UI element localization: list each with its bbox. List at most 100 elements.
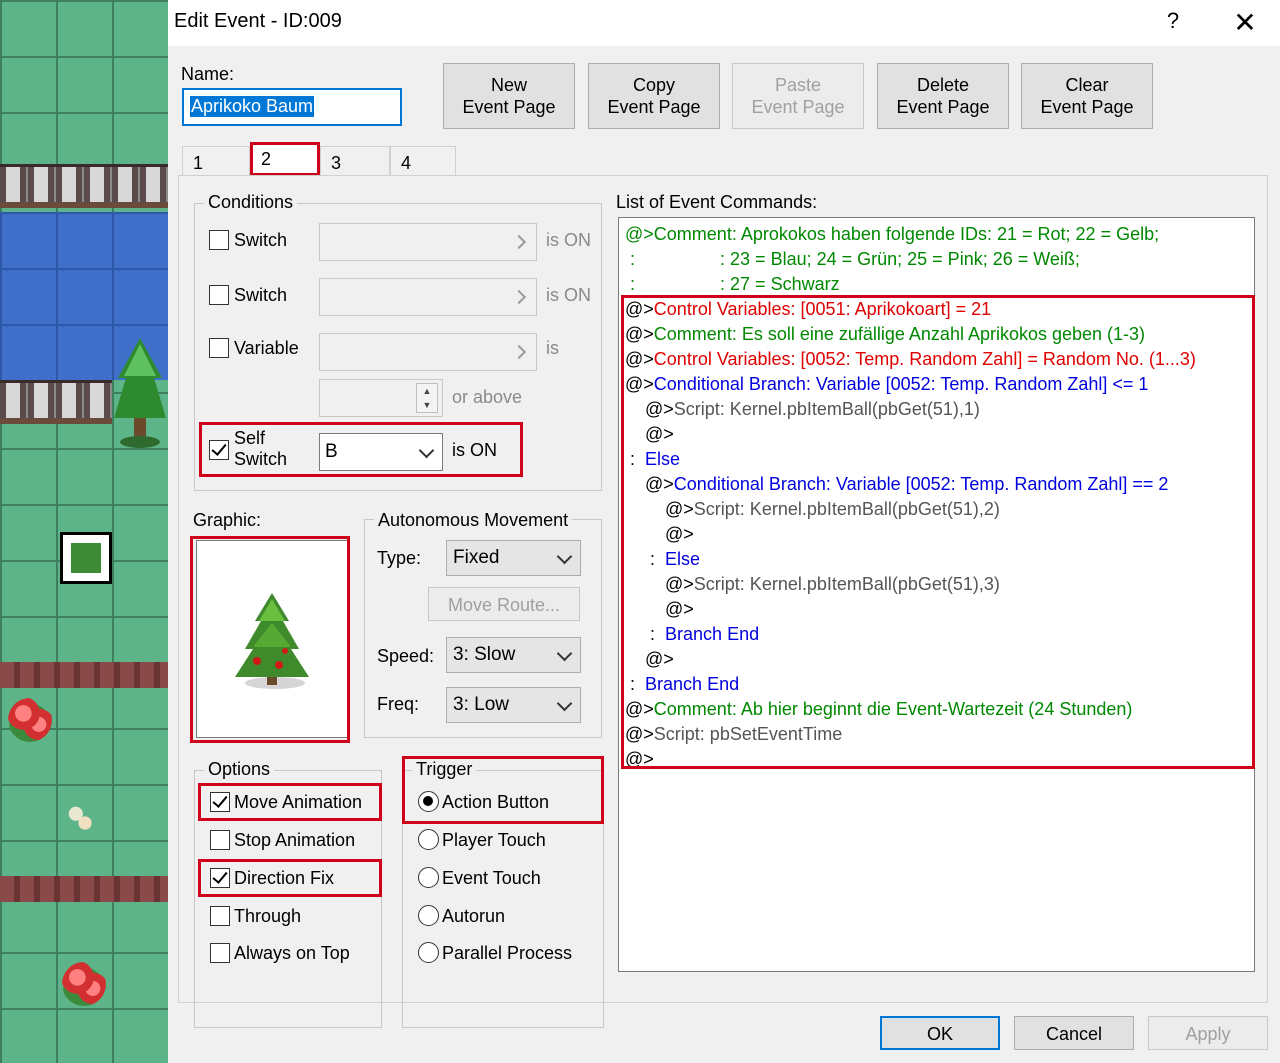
name-input-value: Aprikoko Baum (190, 96, 315, 117)
delete-event-page-button[interactable]: Delete Event Page (877, 63, 1009, 129)
spinner-arrows-icon[interactable]: ▲ ▼ (416, 383, 438, 413)
command-line[interactable]: @>Conditional Branch: Variable [0052: Te… (645, 474, 1168, 495)
command-prefix: @> (625, 299, 654, 319)
command-line[interactable]: @>Script: pbSetEventTime (625, 724, 842, 745)
window-title: Edit Event - ID:009 (174, 10, 342, 32)
map-selected-event[interactable] (60, 532, 112, 584)
self-switch-value: B (325, 441, 338, 462)
map-canvas[interactable] (0, 0, 168, 1063)
command-text: Script: Kernel.pbItemBall(pbGet(51),2) (693, 499, 1000, 519)
map-flower (62, 962, 106, 1006)
command-line[interactable]: : Else (645, 549, 700, 570)
map-event-tree-icon (69, 541, 103, 575)
command-line[interactable]: @>Conditional Branch: Variable [0052: Te… (625, 374, 1148, 395)
always-on-top-label: Always on Top (234, 943, 350, 963)
type-label: Type: (377, 548, 422, 568)
switch2-checkbox[interactable] (209, 285, 229, 305)
switch2-selector[interactable] (319, 278, 537, 316)
command-text: : 27 = Schwarz (635, 274, 840, 294)
player-touch-radio[interactable] (418, 829, 439, 850)
paste-event-page-button[interactable]: Paste Event Page (732, 63, 864, 129)
ok-button[interactable]: OK (880, 1016, 1000, 1050)
speed-value: 3: Slow (453, 644, 516, 665)
button-line: New (490, 75, 527, 95)
variable-selector[interactable] (319, 333, 537, 371)
cancel-button[interactable]: Cancel (1014, 1016, 1134, 1050)
command-line[interactable]: : : 27 = Schwarz (625, 274, 840, 295)
command-text: Branch End (645, 674, 740, 694)
command-line[interactable]: : Branch End (645, 624, 759, 645)
self-switch-select[interactable]: B (319, 433, 443, 471)
chevron-right-icon (511, 289, 527, 305)
self-switch-checkbox[interactable] (209, 440, 229, 460)
always-on-top-checkbox[interactable] (210, 943, 230, 963)
stop-animation-checkbox[interactable] (210, 830, 230, 850)
type-select[interactable]: Fixed (446, 540, 581, 576)
button-line: Event Page (1040, 97, 1134, 117)
switch2-suffix: is ON (546, 285, 591, 305)
command-line[interactable]: : Branch End (625, 674, 739, 695)
direction-fix-checkbox[interactable] (210, 868, 230, 888)
tab-page-3[interactable]: 3 (320, 146, 390, 176)
tree-graphic-icon (235, 593, 309, 689)
speed-select[interactable]: 3: Slow (446, 637, 581, 673)
parallel-process-radio[interactable] (418, 942, 439, 963)
action-button-label: Action Button (442, 792, 550, 812)
chevron-right-icon (511, 344, 527, 360)
variable-or-above: or above (452, 387, 523, 407)
command-text: Comment: Aprokokos haben folgende IDs: 2… (653, 224, 1160, 244)
graphic-preview[interactable] (196, 540, 348, 738)
new-event-page-button[interactable]: New Event Page (443, 63, 575, 129)
close-button[interactable]: ✕ (1228, 6, 1262, 40)
player-touch-label: Player Touch (442, 830, 546, 850)
command-line[interactable]: @>Comment: Ab hier beginnt die Event-War… (625, 699, 1132, 720)
command-line[interactable]: : Else (625, 449, 680, 470)
command-line[interactable]: @>Script: Kernel.pbItemBall(pbGet(51),1) (645, 399, 980, 420)
variable-checkbox[interactable] (209, 338, 229, 358)
command-line[interactable]: @>Script: Kernel.pbItemBall(pbGet(51),3) (665, 574, 1000, 595)
command-prefix: @> (665, 574, 694, 594)
tab-page-1[interactable]: 1 (182, 146, 250, 176)
command-line[interactable]: @> (665, 599, 694, 620)
tab-page-4[interactable]: 4 (390, 146, 456, 176)
apply-button[interactable]: Apply (1148, 1016, 1268, 1050)
action-button-radio[interactable] (418, 791, 439, 812)
name-input[interactable]: Aprikoko Baum (182, 88, 402, 126)
command-prefix: @> (625, 749, 654, 769)
map-dirt (0, 876, 168, 902)
command-line[interactable]: @> (665, 524, 694, 545)
variable-value-spinner[interactable]: ▲ ▼ (319, 379, 443, 417)
command-line[interactable]: @>Comment: Es soll eine zufällige Anzahl… (625, 324, 1145, 345)
command-line[interactable]: @>Control Variables: [0051: Aprikokoart]… (625, 299, 991, 320)
tab-page-2[interactable]: 2 (250, 142, 320, 176)
command-line[interactable]: @> (645, 649, 674, 670)
copy-event-page-button[interactable]: Copy Event Page (588, 63, 720, 129)
autorun-radio[interactable] (418, 905, 439, 926)
name-label: Name: (181, 64, 235, 84)
help-button[interactable]: ? (1158, 8, 1188, 38)
command-prefix: @> (645, 474, 674, 494)
switch1-checkbox[interactable] (209, 230, 229, 250)
command-prefix: @> (645, 649, 674, 669)
through-checkbox[interactable] (210, 906, 230, 926)
command-prefix: @> (625, 699, 654, 719)
command-line[interactable]: @> (645, 424, 674, 445)
button-line: Clear (1065, 75, 1109, 95)
command-text: Conditional Branch: Variable [0052: Temp… (673, 474, 1169, 494)
event-touch-label: Event Touch (442, 868, 541, 888)
command-line[interactable]: : : 23 = Blau; 24 = Grün; 25 = Pink; 26 … (625, 249, 1080, 270)
switch1-selector[interactable] (319, 223, 537, 261)
freq-select[interactable]: 3: Low (446, 687, 581, 723)
move-animation-checkbox[interactable] (210, 792, 230, 812)
through-label: Through (234, 906, 302, 926)
move-route-button[interactable]: Move Route... (428, 587, 580, 621)
event-touch-radio[interactable] (418, 867, 439, 888)
command-line[interactable]: @> (625, 749, 654, 770)
type-value: Fixed (453, 547, 500, 568)
event-commands-list[interactable]: @> Comment: Aprokokos haben folgende IDs:… (618, 217, 1255, 972)
command-line[interactable]: @>Script: Kernel.pbItemBall(pbGet(51),2) (665, 499, 1000, 520)
command-text: Script: Kernel.pbItemBall(pbGet(51),3) (693, 574, 1000, 594)
command-line[interactable]: @>Control Variables: [0052: Temp. Random… (625, 349, 1196, 370)
clear-event-page-button[interactable]: Clear Event Page (1021, 63, 1153, 129)
command-line[interactable]: @>Comment: Aprokokos haben folgende IDs:… (625, 224, 1159, 245)
